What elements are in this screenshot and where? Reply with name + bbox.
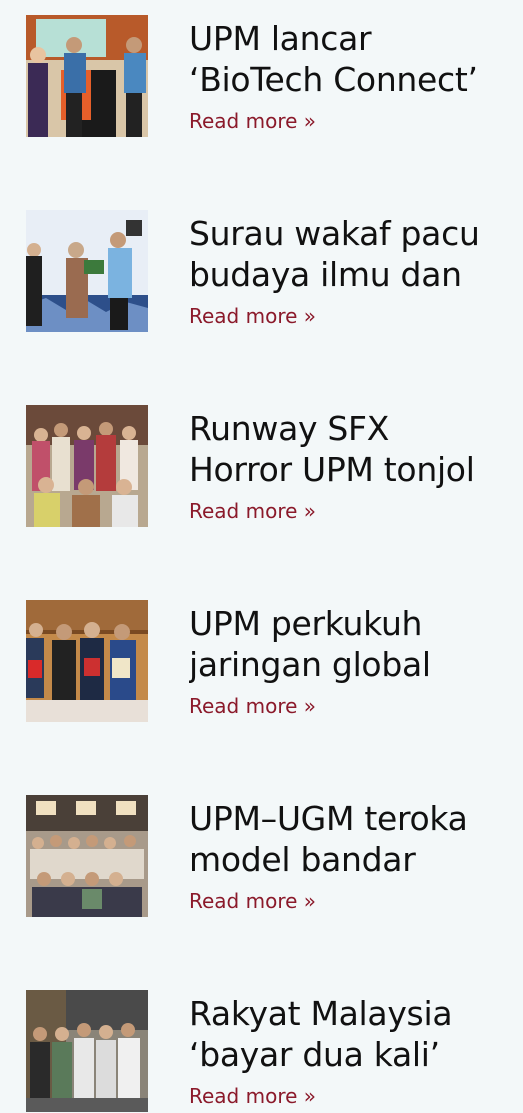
- list-item: Rakyat Malaysia ‘bayar dua kali’ Read mo…: [0, 990, 523, 1112]
- article-title-link[interactable]: Runway SFX Horror UPM tonjol: [189, 408, 515, 490]
- article-title-link[interactable]: UPM perkukuh jaringan global: [189, 603, 515, 685]
- article-title-line-1: UPM lancar: [189, 19, 372, 58]
- read-more-link[interactable]: Read more »: [189, 304, 316, 328]
- article-title-line-2: ‘BioTech Connect’: [189, 60, 478, 99]
- article-title-line-2: Horror UPM tonjol: [189, 450, 475, 489]
- article-title-line-1: Runway SFX: [189, 409, 390, 448]
- read-more-link[interactable]: Read more »: [189, 109, 316, 133]
- article-title-line-2: model bandar: [189, 840, 416, 879]
- list-item: Runway SFX Horror UPM tonjol Read more »: [0, 405, 523, 527]
- article-title-line-1: Surau wakaf pacu: [189, 214, 480, 253]
- article-title-link[interactable]: Rakyat Malaysia ‘bayar dua kali’: [189, 993, 515, 1075]
- list-item: UPM perkukuh jaringan global Read more »: [0, 600, 523, 722]
- list-item: Surau wakaf pacu budaya ilmu dan Read mo…: [0, 210, 523, 332]
- article-title-link[interactable]: UPM–UGM teroka model bandar: [189, 798, 515, 880]
- article-title-link[interactable]: UPM lancar ‘BioTech Connect’: [189, 18, 515, 100]
- list-item: UPM–UGM teroka model bandar Read more »: [0, 795, 523, 917]
- article-thumbnail[interactable]: [26, 990, 148, 1112]
- article-title-link[interactable]: Surau wakaf pacu budaya ilmu dan: [189, 213, 515, 295]
- article-title-line-2: jaringan global: [189, 645, 431, 684]
- article-thumbnail[interactable]: [26, 795, 148, 917]
- article-thumbnail[interactable]: [26, 210, 148, 332]
- article-title-line-1: UPM perkukuh: [189, 604, 423, 643]
- article-title-line-1: Rakyat Malaysia: [189, 994, 453, 1033]
- read-more-link[interactable]: Read more »: [189, 1084, 316, 1108]
- list-item: UPM lancar ‘BioTech Connect’ Read more »: [0, 15, 523, 137]
- article-thumbnail[interactable]: [26, 405, 148, 527]
- article-thumbnail[interactable]: [26, 600, 148, 722]
- article-title-line-2: ‘bayar dua kali’: [189, 1035, 440, 1074]
- read-more-link[interactable]: Read more »: [189, 889, 316, 913]
- read-more-link[interactable]: Read more »: [189, 499, 316, 523]
- article-title-line-1: UPM–UGM teroka: [189, 799, 468, 838]
- article-title-line-2: budaya ilmu dan: [189, 255, 462, 294]
- read-more-link[interactable]: Read more »: [189, 694, 316, 718]
- article-thumbnail[interactable]: [26, 15, 148, 137]
